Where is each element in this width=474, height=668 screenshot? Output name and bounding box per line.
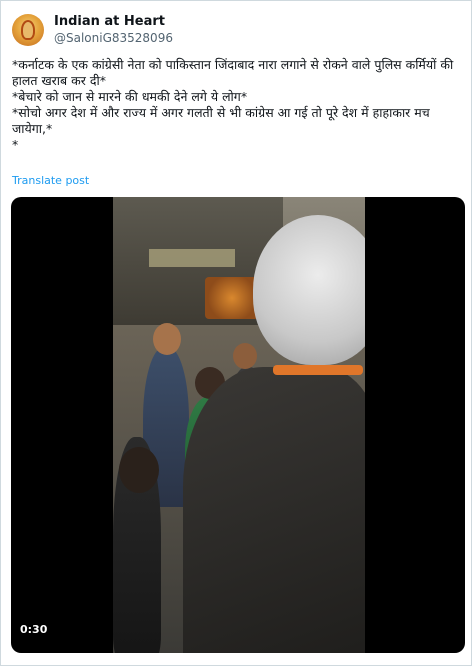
video-stall <box>205 277 259 319</box>
video-saffron-scarf <box>273 365 363 375</box>
video-person-head <box>119 447 159 493</box>
video-duration: 0:30 <box>20 623 48 636</box>
author-names: Indian at Heart @SaloniG83528096 <box>54 14 173 46</box>
tweet-text-line: *सोचो अगर देश में और राज्य में अगर गलती … <box>12 105 430 136</box>
tweet-text-line: *बेचारे को जान से मारने की धमकी देने लगे… <box>12 89 248 104</box>
tweet-text-line: *कर्नाटक के एक कांग्रेसी नेता को पाकिस्त… <box>12 57 454 88</box>
video-foreground-head <box>253 215 365 365</box>
display-name[interactable]: Indian at Heart <box>54 14 173 30</box>
avatar[interactable] <box>12 14 44 46</box>
user-handle[interactable]: @SaloniG83528096 <box>54 30 173 46</box>
video-person-head <box>233 343 257 369</box>
tweet-text: *कर्नाटक के एक कांग्रेसी नेता को पाकिस्त… <box>12 57 458 153</box>
video-player[interactable]: 0:30 <box>11 197 465 653</box>
video-frame <box>113 197 365 653</box>
video-sign <box>149 249 235 267</box>
tweet-header: Indian at Heart @SaloniG83528096 <box>12 12 173 48</box>
tweet-text-line: * <box>12 137 19 152</box>
video-person-head <box>153 323 181 355</box>
translate-post-link[interactable]: Translate post <box>12 174 89 187</box>
video-foreground-man <box>183 367 365 653</box>
